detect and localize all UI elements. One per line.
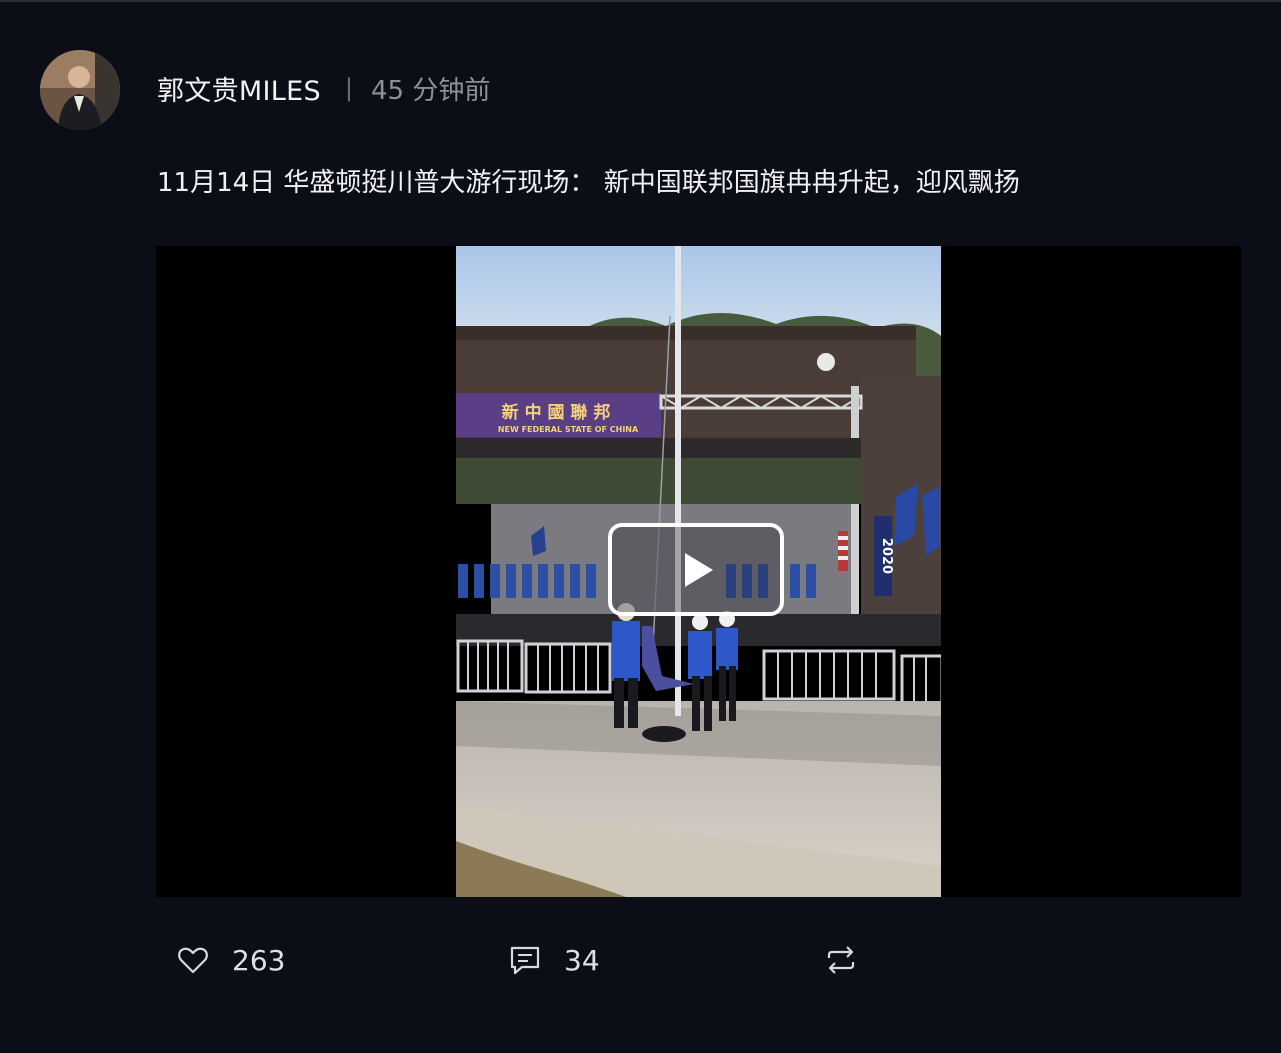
repost-button[interactable] [824,930,858,990]
play-icon [685,552,713,587]
header-separator: | [344,74,353,102]
author-name[interactable]: 郭文贵MILES [157,69,321,108]
play-button[interactable] [608,523,784,616]
comment-count: 34 [564,943,600,977]
post-caption: 11月14日 华盛顿挺川普大游行现场： 新中国联邦国旗冉冉升起，迎风飘扬 [157,168,1020,198]
heart-icon [178,947,208,974]
post-actions: 263 34 [0,930,1281,990]
comment-button[interactable]: 34 [508,930,600,990]
post-header: 郭文贵MILES | 45 分钟前 [157,68,490,108]
like-button[interactable]: 263 [176,930,285,990]
banner-chinese: 新 中 國 聯 邦 [502,402,611,423]
comment-icon [510,946,540,975]
video-player[interactable]: 新 中 國 聯 邦 NEW FEDERAL STATE OF CHINA 202… [156,246,1241,897]
avatar[interactable] [40,50,120,130]
repost-icon [827,946,855,974]
sign-2020: 2020 [879,538,894,574]
post-time: 45 分钟前 [371,75,491,106]
banner-english: NEW FEDERAL STATE OF CHINA [498,425,639,434]
post-card: 郭文贵MILES | 45 分钟前 11月14日 华盛顿挺川普大游行现场： 新中… [0,0,1281,1053]
like-count: 263 [232,943,286,977]
